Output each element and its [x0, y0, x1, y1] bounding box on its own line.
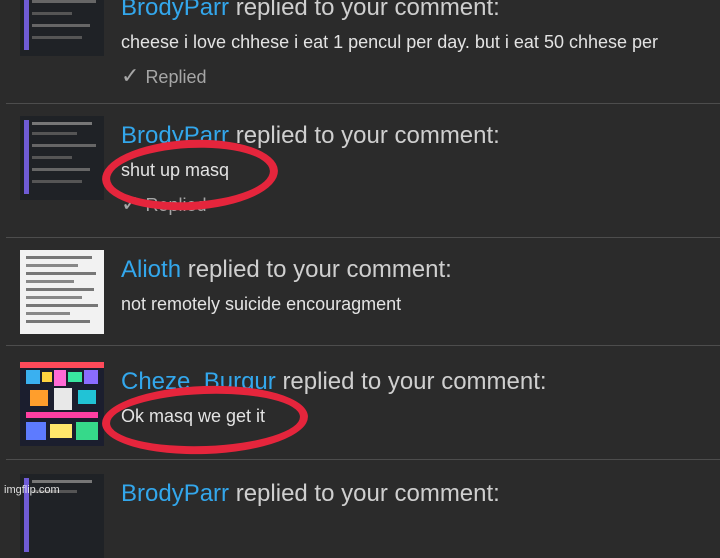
- notification-header: BrodyParr replied to your comment:: [121, 122, 720, 150]
- avatar[interactable]: [20, 116, 104, 200]
- action-text: replied to your comment:: [235, 122, 500, 149]
- notification-card[interactable]: BrodyParr replied to your comment:: [6, 460, 720, 558]
- username-link[interactable]: BrodyParr: [121, 480, 229, 507]
- replied-status: ✓ Replied: [121, 191, 207, 216]
- notification-card[interactable]: Alioth replied to your comment: not remo…: [6, 238, 720, 346]
- avatar[interactable]: [20, 0, 104, 56]
- comment-text: cheese i love chhese i eat 1 pencul per …: [121, 32, 659, 52]
- notification-header: BrodyParr replied to your comment:: [121, 0, 720, 22]
- avatar[interactable]: [20, 362, 104, 446]
- username-link[interactable]: Cheze_Burgur: [121, 368, 276, 395]
- username-link[interactable]: BrodyParr: [121, 0, 229, 21]
- comment-text: not remotely suicide encouragment: [121, 294, 402, 314]
- notification-header: Cheze_Burgur replied to your comment:: [121, 368, 720, 396]
- notifications-feed: BrodyParr replied to your comment: chees…: [6, 0, 720, 558]
- comment-text: shut up masq: [121, 160, 230, 180]
- notification-header: Alioth replied to your comment:: [121, 256, 720, 284]
- notification-card[interactable]: BrodyParr replied to your comment: chees…: [6, 0, 720, 104]
- notification-card[interactable]: Cheze_Burgur replied to your comment: Ok…: [6, 346, 720, 460]
- action-text: replied to your comment:: [187, 256, 452, 283]
- notification-header: BrodyParr replied to your comment:: [121, 480, 720, 508]
- username-link[interactable]: BrodyParr: [121, 122, 229, 149]
- comment-text: Ok masq we get it: [121, 406, 266, 426]
- avatar[interactable]: [20, 250, 104, 334]
- checkmark-icon: ✓: [121, 191, 140, 216]
- action-text: replied to your comment:: [235, 0, 500, 21]
- username-link[interactable]: Alioth: [121, 256, 181, 283]
- replied-status: ✓ Replied: [121, 63, 207, 88]
- watermark: imgflip.com: [4, 484, 60, 496]
- action-text: replied to your comment:: [235, 480, 500, 507]
- checkmark-icon: ✓: [121, 63, 140, 88]
- action-text: replied to your comment:: [282, 368, 547, 395]
- notification-card[interactable]: BrodyParr replied to your comment: shut …: [6, 104, 720, 238]
